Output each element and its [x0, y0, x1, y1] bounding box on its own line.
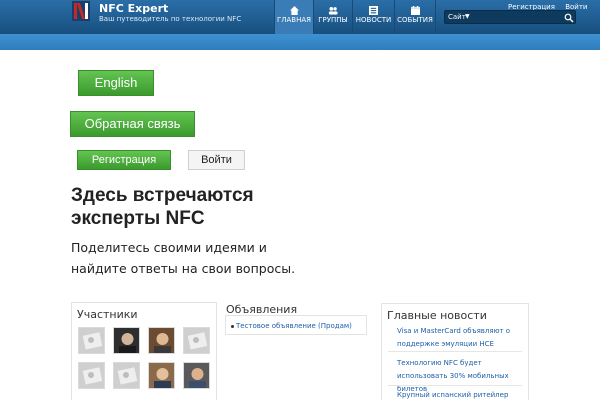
hero-text: Поделитесь своими идеями и найдите ответ… [71, 240, 296, 276]
hero-title: Здесь встречаются эксперты NFC [71, 185, 254, 229]
main-nav: ГЛАВНАЯ ГРУППЫ НОВОСТИ СОБЫТИЯ [274, 0, 436, 34]
news-divider [388, 385, 522, 386]
chevron-down-icon[interactable]: ▼ [465, 13, 470, 20]
avatar[interactable] [183, 362, 210, 389]
nav-events-label: СОБЫТИЯ [397, 16, 433, 24]
nav-events[interactable]: СОБЫТИЯ [394, 0, 436, 34]
nav-news-label: НОВОСТИ [355, 16, 392, 24]
participants-title[interactable]: Участники [77, 308, 138, 321]
avatar[interactable] [148, 362, 175, 389]
announcement-link[interactable]: Тестовое объявление (Продам) [236, 322, 352, 330]
nav-groups[interactable]: ГРУППЫ [313, 0, 352, 34]
login-button[interactable]: Войти [188, 150, 245, 170]
avatar-photo-icon [184, 363, 209, 388]
avatar-photo-icon [114, 328, 139, 353]
avatar-placeholder-icon [79, 328, 104, 353]
nav-news[interactable]: НОВОСТИ [352, 0, 394, 34]
english-button[interactable]: English [78, 70, 154, 96]
avatar[interactable] [113, 327, 140, 354]
search-icon[interactable] [564, 13, 574, 23]
avatar[interactable] [148, 327, 175, 354]
search-scope-select[interactable]: Сайт [448, 13, 466, 21]
header-band [0, 34, 600, 50]
site-subtitle: Ваш путеводитель по технологии NFC [99, 15, 242, 23]
avatar[interactable] [78, 362, 105, 389]
avatar-placeholder-icon [114, 363, 139, 388]
nav-groups-label: ГРУППЫ [318, 16, 348, 24]
bullet-icon [231, 325, 234, 328]
register-button[interactable]: Регистрация [77, 150, 171, 170]
news-title[interactable]: Главные новости [387, 309, 487, 322]
nav-home[interactable]: ГЛАВНАЯ [274, 0, 313, 34]
search-box[interactable]: Сайт ▼ [444, 10, 576, 24]
avatar-photo-icon [149, 328, 174, 353]
avatar[interactable] [113, 362, 140, 389]
news-icon [369, 6, 378, 15]
avatar[interactable] [183, 327, 210, 354]
events-icon [410, 6, 420, 15]
home-icon [289, 6, 299, 15]
nfc-logo-icon[interactable] [72, 1, 90, 21]
site-title[interactable]: NFC Expert [99, 2, 168, 15]
avatar-photo-icon [149, 363, 174, 388]
news-link[interactable]: Visa и MasterCard объявляют о поддержке … [397, 325, 527, 351]
news-divider [388, 351, 522, 352]
news-link[interactable]: Крупный испанский ритейлер [397, 389, 527, 400]
avatar[interactable] [78, 327, 105, 354]
feedback-button[interactable]: Обратная связь [70, 111, 195, 137]
nav-home-label: ГЛАВНАЯ [276, 16, 312, 24]
groups-icon [328, 7, 338, 15]
avatar-placeholder-icon [79, 363, 104, 388]
avatar-placeholder-icon [184, 328, 209, 353]
